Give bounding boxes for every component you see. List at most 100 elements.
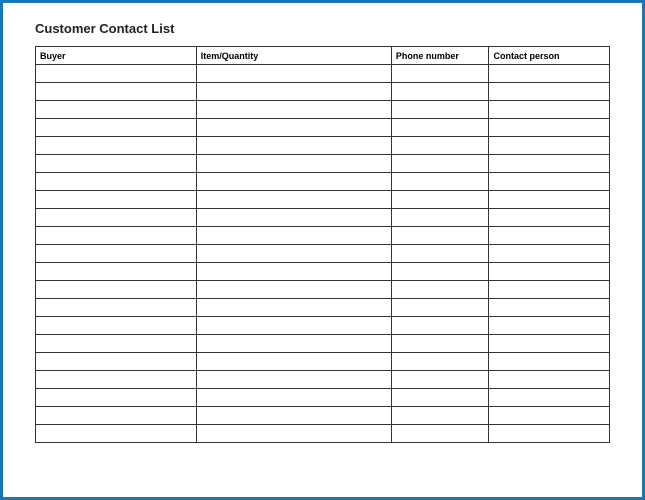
cell-item-quantity [196, 209, 391, 227]
cell-item-quantity [196, 299, 391, 317]
cell-item-quantity [196, 263, 391, 281]
cell-contact-person [489, 65, 610, 83]
cell-item-quantity [196, 155, 391, 173]
page-title: Customer Contact List [35, 21, 610, 36]
cell-buyer [36, 119, 197, 137]
table-row [36, 65, 610, 83]
column-header-buyer: Buyer [36, 47, 197, 65]
cell-item-quantity [196, 119, 391, 137]
table-row [36, 335, 610, 353]
cell-buyer [36, 227, 197, 245]
table-row [36, 155, 610, 173]
cell-item-quantity [196, 281, 391, 299]
cell-item-quantity [196, 335, 391, 353]
cell-phone-number [391, 335, 489, 353]
document-frame: Customer Contact List Buyer Item/Quantit… [0, 0, 645, 500]
cell-buyer [36, 317, 197, 335]
cell-buyer [36, 335, 197, 353]
table-row [36, 317, 610, 335]
cell-item-quantity [196, 389, 391, 407]
cell-phone-number [391, 83, 489, 101]
cell-phone-number [391, 389, 489, 407]
cell-contact-person [489, 83, 610, 101]
cell-buyer [36, 137, 197, 155]
cell-buyer [36, 101, 197, 119]
table-row [36, 245, 610, 263]
cell-contact-person [489, 191, 610, 209]
cell-phone-number [391, 101, 489, 119]
table-row [36, 137, 610, 155]
table-row [36, 119, 610, 137]
cell-phone-number [391, 353, 489, 371]
cell-buyer [36, 191, 197, 209]
cell-phone-number [391, 299, 489, 317]
cell-phone-number [391, 371, 489, 389]
cell-buyer [36, 407, 197, 425]
cell-buyer [36, 83, 197, 101]
cell-contact-person [489, 101, 610, 119]
cell-buyer [36, 353, 197, 371]
cell-buyer [36, 389, 197, 407]
table-row [36, 191, 610, 209]
column-header-contact-person: Contact person [489, 47, 610, 65]
cell-item-quantity [196, 137, 391, 155]
cell-contact-person [489, 119, 610, 137]
cell-item-quantity [196, 65, 391, 83]
cell-item-quantity [196, 425, 391, 443]
cell-item-quantity [196, 245, 391, 263]
cell-buyer [36, 299, 197, 317]
cell-phone-number [391, 119, 489, 137]
cell-buyer [36, 425, 197, 443]
cell-contact-person [489, 263, 610, 281]
cell-contact-person [489, 281, 610, 299]
cell-buyer [36, 245, 197, 263]
column-header-phone-number: Phone number [391, 47, 489, 65]
table-row [36, 173, 610, 191]
cell-item-quantity [196, 83, 391, 101]
table-row [36, 209, 610, 227]
cell-item-quantity [196, 191, 391, 209]
cell-contact-person [489, 209, 610, 227]
table-row [36, 281, 610, 299]
cell-contact-person [489, 155, 610, 173]
cell-phone-number [391, 317, 489, 335]
cell-contact-person [489, 407, 610, 425]
cell-contact-person [489, 299, 610, 317]
table-row [36, 407, 610, 425]
cell-item-quantity [196, 407, 391, 425]
cell-phone-number [391, 263, 489, 281]
cell-contact-person [489, 425, 610, 443]
cell-phone-number [391, 227, 489, 245]
cell-buyer [36, 173, 197, 191]
cell-item-quantity [196, 101, 391, 119]
cell-phone-number [391, 137, 489, 155]
cell-buyer [36, 65, 197, 83]
cell-phone-number [391, 65, 489, 83]
table-row [36, 227, 610, 245]
cell-contact-person [489, 317, 610, 335]
cell-phone-number [391, 191, 489, 209]
cell-buyer [36, 371, 197, 389]
cell-item-quantity [196, 371, 391, 389]
table-header-row: Buyer Item/Quantity Phone number Contact… [36, 47, 610, 65]
cell-contact-person [489, 353, 610, 371]
cell-phone-number [391, 245, 489, 263]
table-body [36, 65, 610, 443]
cell-phone-number [391, 281, 489, 299]
cell-contact-person [489, 335, 610, 353]
cell-buyer [36, 155, 197, 173]
cell-phone-number [391, 173, 489, 191]
cell-contact-person [489, 173, 610, 191]
column-header-item-quantity: Item/Quantity [196, 47, 391, 65]
cell-phone-number [391, 407, 489, 425]
cell-item-quantity [196, 173, 391, 191]
table-row [36, 371, 610, 389]
cell-contact-person [489, 137, 610, 155]
contact-list-table: Buyer Item/Quantity Phone number Contact… [35, 46, 610, 443]
cell-buyer [36, 281, 197, 299]
cell-phone-number [391, 155, 489, 173]
cell-buyer [36, 209, 197, 227]
table-row [36, 353, 610, 371]
cell-phone-number [391, 425, 489, 443]
cell-phone-number [391, 209, 489, 227]
